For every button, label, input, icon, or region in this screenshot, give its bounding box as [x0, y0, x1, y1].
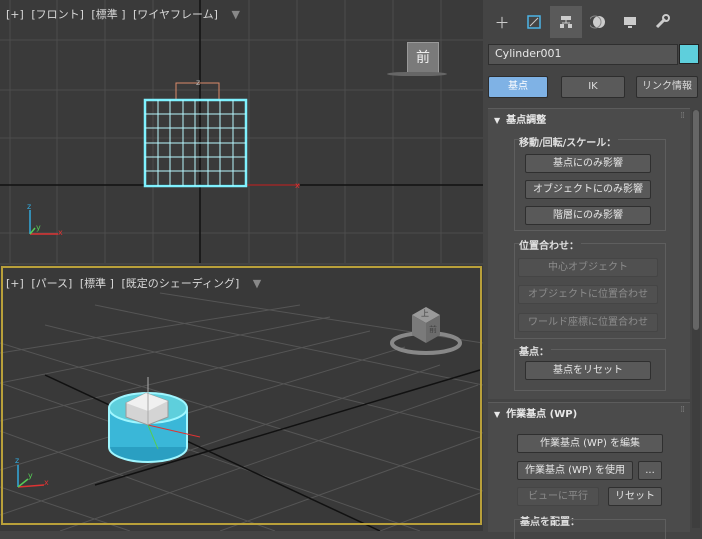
affect-object-only-button[interactable]: オブジェクトにのみ影響: [525, 180, 651, 199]
adjust-pivot-title[interactable]: ▼ 基点調整: [494, 111, 546, 126]
viewport-menu-plus[interactable]: [+]: [6, 277, 24, 290]
object-name-field[interactable]: Cylinder001: [488, 44, 678, 65]
axis-y-label: y: [28, 471, 33, 480]
reset-pivot-button[interactable]: 基点をリセット: [525, 361, 651, 380]
view-cube-face[interactable]: 前: [407, 42, 439, 74]
adjust-pivot-rollout: ▼ 基点調整 ⁞⁞ 移動/回転/スケール： 基点にのみ影響 オブジェクトにのみ影響…: [488, 108, 690, 399]
viewport-shading[interactable]: [既定のシェーディング]: [121, 277, 239, 290]
working-pivot-options-button[interactable]: ...: [638, 461, 662, 480]
axis-x-label: x: [58, 228, 63, 237]
axis-y-label: y: [36, 223, 41, 232]
working-pivot-title[interactable]: ▼ 作業基点 (WP): [494, 405, 577, 420]
filter-icon[interactable]: ▼: [231, 8, 239, 21]
center-to-object-button[interactable]: 中心オブジェクト: [518, 258, 658, 277]
perspective-viewport[interactable]: x z y [+] [パース] [標準 ] [既定のシェーディング] ▼ 上 前: [0, 265, 483, 531]
affect-hierarchy-only-button[interactable]: 階層にのみ影響: [525, 206, 651, 225]
viewport-standard[interactable]: [標準 ]: [80, 277, 114, 290]
create-icon[interactable]: ＋: [486, 6, 518, 38]
scrollbar-thumb[interactable]: [693, 110, 699, 330]
viewport-standard[interactable]: [標準 ]: [91, 8, 125, 21]
object-color-swatch[interactable]: [679, 44, 699, 64]
utilities-icon[interactable]: [646, 6, 678, 38]
panel-scrollbar[interactable]: [692, 110, 700, 528]
viewport-shading[interactable]: [ワイヤフレーム]: [133, 8, 218, 21]
axis-z-label: z: [15, 456, 20, 465]
svg-text:z: z: [196, 78, 200, 87]
mode-link-info-button[interactable]: リンク情報: [636, 76, 698, 98]
move-rotate-scale-label: 移動/回転/スケール：: [519, 134, 619, 149]
viewport-menu-plus[interactable]: [+]: [6, 8, 24, 21]
place-pivot-group: [514, 519, 666, 539]
rollout-grip-icon[interactable]: ⁞⁞: [680, 405, 685, 415]
perspective-viewport-label: [+] [パース] [標準 ] [既定のシェーディング] ▼: [6, 275, 265, 291]
viewport-point-of-view[interactable]: [パース]: [31, 277, 72, 290]
axis-z-label: z: [27, 202, 32, 211]
svg-text:x: x: [295, 181, 300, 190]
use-working-pivot-button[interactable]: 作業基点 (WP) を使用: [517, 461, 633, 480]
align-to-object-button[interactable]: オブジェクトに位置合わせ: [518, 285, 658, 304]
filter-icon[interactable]: ▼: [253, 277, 261, 290]
edit-working-pivot-button[interactable]: 作業基点 (WP) を編集: [517, 434, 663, 453]
hierarchy-icon[interactable]: [550, 6, 582, 38]
front-grid: x z: [0, 0, 483, 263]
view-cube-front-label: 前: [429, 325, 437, 334]
align-to-world-button[interactable]: ワールド座標に位置合わせ: [518, 313, 658, 332]
motion-icon[interactable]: [582, 6, 614, 38]
display-icon[interactable]: [614, 6, 646, 38]
front-viewport[interactable]: x z x z y [+] [フロント] [標準 ] [ワイヤフレーム] ▼ 前: [0, 0, 483, 263]
rollout-grip-icon[interactable]: ⁞⁞: [680, 111, 685, 121]
viewport-point-of-view[interactable]: [フロント]: [31, 8, 84, 21]
view-cube-top-label: 上: [421, 309, 429, 318]
align-to-view-button[interactable]: ビューに平行: [517, 487, 599, 506]
view-cube-persp[interactable]: 上 前: [388, 301, 464, 357]
affect-pivot-only-button[interactable]: 基点にのみ影響: [525, 154, 651, 173]
mode-pivot-button[interactable]: 基点: [488, 76, 548, 98]
alignment-label: 位置合わせ：: [519, 237, 581, 252]
reset-working-pivot-button[interactable]: リセット: [608, 487, 662, 506]
front-viewport-label: [+] [フロント] [標準 ] [ワイヤフレーム] ▼: [6, 6, 244, 22]
mode-ik-button[interactable]: IK: [561, 76, 625, 98]
working-pivot-rollout: ▼ 作業基点 (WP) ⁞⁞ 作業基点 (WP) を編集 作業基点 (WP) を使…: [488, 402, 690, 539]
modify-icon[interactable]: [518, 6, 550, 38]
axis-x-label: x: [44, 478, 49, 487]
view-cube-front[interactable]: 前: [387, 42, 447, 82]
pivot-label: 基点：: [519, 343, 551, 358]
command-panel-tabs: ＋: [486, 6, 700, 40]
command-panel: ＋ Cylinder001 基点 IK リンク情報 ▼ 基点調整 ⁞⁞ 移動/回転…: [484, 0, 702, 539]
